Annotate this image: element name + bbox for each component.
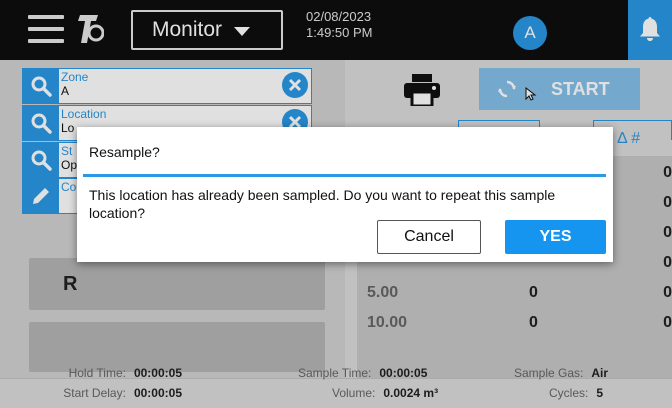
dialog-message: This location has already been sampled. … [89,187,556,221]
yes-button[interactable]: YES [505,220,606,254]
resample-dialog: Resample? This location has already been… [77,127,613,262]
dialog-divider [83,174,606,177]
cancel-button[interactable]: Cancel [377,220,481,254]
dialog-title: Resample? [89,144,160,160]
